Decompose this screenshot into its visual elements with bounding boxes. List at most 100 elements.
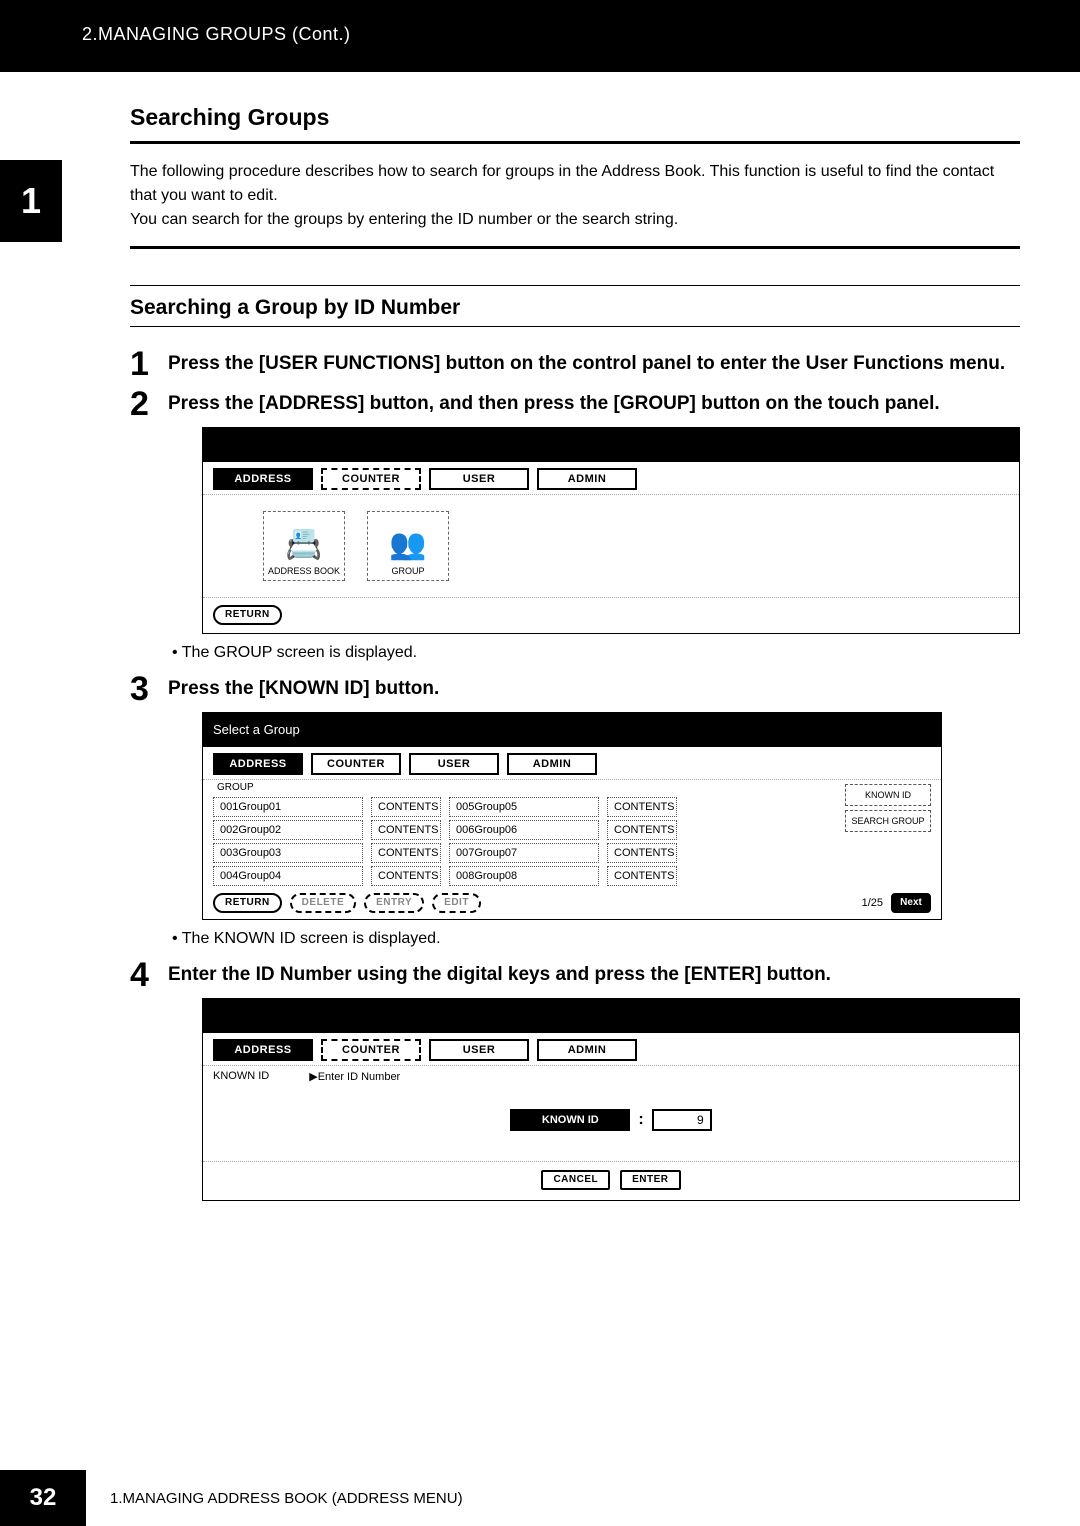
tab-address[interactable]: ADDRESS bbox=[213, 468, 313, 490]
delete-button[interactable]: DELETE bbox=[290, 893, 356, 913]
content-area: Searching Groups The following procedure… bbox=[0, 72, 1080, 1201]
note-after-step-2-text: The GROUP screen is displayed. bbox=[182, 644, 417, 661]
tab-counter[interactable]: COUNTER bbox=[321, 468, 421, 490]
subsection-rule-top bbox=[130, 285, 1020, 286]
step-4-text: Enter the ID Number using the digital ke… bbox=[168, 958, 831, 992]
address-book-button[interactable]: 📇 ADDRESS BOOK bbox=[263, 511, 345, 581]
step-1: 1 Press the [USER FUNCTIONS] button on t… bbox=[130, 347, 1020, 381]
return-button[interactable]: RETURN bbox=[213, 605, 282, 625]
group-icon: 👥 bbox=[389, 527, 426, 562]
step-2-number: 2 bbox=[130, 387, 154, 421]
section-rule-bottom bbox=[130, 246, 1020, 249]
note-after-step-3: • The KNOWN ID screen is displayed. bbox=[130, 930, 1020, 948]
contents-button-1l[interactable]: CONTENTS bbox=[371, 797, 441, 817]
colon-separator: : bbox=[638, 1111, 643, 1129]
panel-c-info-row: KNOWN ID ▶Enter ID Number bbox=[203, 1066, 1019, 1087]
tab-address-b[interactable]: ADDRESS bbox=[213, 753, 303, 775]
tab-counter-c[interactable]: COUNTER bbox=[321, 1039, 421, 1061]
note-after-step-3-text: The KNOWN ID screen is displayed. bbox=[182, 930, 441, 947]
group-row-4: 004Group04 CONTENTS 008Group08 CONTENTS bbox=[213, 866, 845, 886]
next-button[interactable]: Next bbox=[891, 893, 931, 913]
page-footer: 32 1.MANAGING ADDRESS BOOK (ADDRESS MENU… bbox=[0, 1470, 463, 1526]
note-after-step-2: • The GROUP screen is displayed. bbox=[130, 644, 1020, 662]
group-cell-007[interactable]: 007Group07 bbox=[449, 843, 599, 863]
tab-admin-c[interactable]: ADMIN bbox=[537, 1039, 637, 1061]
group-row-1: 001Group01 CONTENTS 005Group05 CONTENTS bbox=[213, 797, 845, 817]
cancel-button[interactable]: CANCEL bbox=[541, 1170, 610, 1190]
tab-user-c[interactable]: USER bbox=[429, 1039, 529, 1061]
contents-button-4l[interactable]: CONTENTS bbox=[371, 866, 441, 886]
tab-user[interactable]: USER bbox=[429, 468, 529, 490]
panel-a-titlebar bbox=[203, 428, 1019, 462]
intro-paragraph-2: You can search for the groups by enterin… bbox=[130, 208, 1020, 232]
step-1-number: 1 bbox=[130, 347, 154, 381]
edit-button[interactable]: EDIT bbox=[432, 893, 481, 913]
contents-button-1r[interactable]: CONTENTS bbox=[607, 797, 677, 817]
group-cell-002[interactable]: 002Group02 bbox=[213, 820, 363, 840]
panel-c-input-row: KNOWN ID : 9 bbox=[203, 1087, 1019, 1162]
panel-c-titlebar bbox=[203, 999, 1019, 1033]
footer-text: 1.MANAGING ADDRESS BOOK (ADDRESS MENU) bbox=[86, 1490, 463, 1507]
page-number: 32 bbox=[0, 1470, 86, 1526]
tab-counter-b[interactable]: COUNTER bbox=[311, 753, 401, 775]
address-book-icon: 📇 bbox=[285, 527, 322, 562]
address-book-label: ADDRESS BOOK bbox=[268, 566, 340, 576]
entry-button[interactable]: ENTRY bbox=[364, 893, 424, 913]
panel-a-icon-row: 📇 ADDRESS BOOK 👥 GROUP bbox=[203, 495, 1019, 598]
intro-paragraph-1: The following procedure describes how to… bbox=[130, 160, 1020, 208]
group-cell-008[interactable]: 008Group08 bbox=[449, 866, 599, 886]
known-id-label: KNOWN ID bbox=[510, 1109, 630, 1131]
panel-a-return-row: RETURN bbox=[203, 598, 1019, 633]
panel-b-body: GROUP 001Group01 CONTENTS 005Group05 CON… bbox=[203, 780, 941, 919]
panel-c-bottom-row: CANCEL ENTER bbox=[203, 1162, 1019, 1200]
group-button[interactable]: 👥 GROUP bbox=[367, 511, 449, 581]
group-row-3: 003Group03 CONTENTS 007Group07 CONTENTS bbox=[213, 843, 845, 863]
step-1-text: Press the [USER FUNCTIONS] button on the… bbox=[168, 347, 1005, 381]
step-4-number: 4 bbox=[130, 958, 154, 992]
group-cell-003[interactable]: 003Group03 bbox=[213, 843, 363, 863]
group-label: GROUP bbox=[391, 566, 424, 576]
group-cell-006[interactable]: 006Group06 bbox=[449, 820, 599, 840]
tab-admin-b[interactable]: ADMIN bbox=[507, 753, 597, 775]
page-counter: 1/25 bbox=[862, 897, 883, 909]
panel-b-side-buttons: KNOWN ID SEARCH GROUP bbox=[845, 780, 931, 889]
step-2-text: Press the [ADDRESS] button, and then pre… bbox=[168, 387, 940, 421]
return-button-b[interactable]: RETURN bbox=[213, 893, 282, 913]
group-column-label: GROUP bbox=[213, 780, 845, 797]
step-3-text: Press the [KNOWN ID] button. bbox=[168, 672, 439, 706]
contents-button-2r[interactable]: CONTENTS bbox=[607, 820, 677, 840]
step-4: 4 Enter the ID Number using the digital … bbox=[130, 958, 1020, 992]
step-3: 3 Press the [KNOWN ID] button. bbox=[130, 672, 1020, 706]
panel-a-tab-row: ADDRESS COUNTER USER ADMIN bbox=[203, 462, 1019, 495]
subsection-rule-bottom bbox=[130, 326, 1020, 327]
contents-button-4r[interactable]: CONTENTS bbox=[607, 866, 677, 886]
panel-c-tab-row: ADDRESS COUNTER USER ADMIN bbox=[203, 1033, 1019, 1066]
contents-button-3l[interactable]: CONTENTS bbox=[371, 843, 441, 863]
breadcrumb-text: 2.MANAGING GROUPS (Cont.) bbox=[82, 24, 351, 44]
section-rule-top bbox=[130, 141, 1020, 144]
enter-id-prompt: ▶Enter ID Number bbox=[309, 1070, 400, 1083]
panel-b-bottom-row: RETURN DELETE ENTRY EDIT 1/25 Next bbox=[213, 889, 931, 913]
group-cell-004[interactable]: 004Group04 bbox=[213, 866, 363, 886]
subsection-title: Searching a Group by ID Number bbox=[130, 296, 1020, 320]
tab-admin[interactable]: ADMIN bbox=[537, 468, 637, 490]
screenshot-panel-a: ADDRESS COUNTER USER ADMIN 📇 ADDRESS BOO… bbox=[202, 427, 1020, 634]
contents-button-3r[interactable]: CONTENTS bbox=[607, 843, 677, 863]
enter-button[interactable]: ENTER bbox=[620, 1170, 680, 1190]
screenshot-panel-c: ADDRESS COUNTER USER ADMIN KNOWN ID ▶Ent… bbox=[202, 998, 1020, 1201]
section-title: Searching Groups bbox=[130, 104, 1020, 131]
known-id-breadcrumb: KNOWN ID bbox=[213, 1070, 269, 1083]
tab-address-c[interactable]: ADDRESS bbox=[213, 1039, 313, 1061]
group-row-2: 002Group02 CONTENTS 006Group06 CONTENTS bbox=[213, 820, 845, 840]
known-id-button[interactable]: KNOWN ID bbox=[845, 784, 931, 806]
group-cell-005[interactable]: 005Group05 bbox=[449, 797, 599, 817]
panel-b-titlebar: Select a Group bbox=[203, 713, 941, 747]
tab-user-b[interactable]: USER bbox=[409, 753, 499, 775]
page-header: 2.MANAGING GROUPS (Cont.) bbox=[0, 0, 1080, 72]
group-cell-001[interactable]: 001Group01 bbox=[213, 797, 363, 817]
step-3-number: 3 bbox=[130, 672, 154, 706]
contents-button-2l[interactable]: CONTENTS bbox=[371, 820, 441, 840]
search-group-button[interactable]: SEARCH GROUP bbox=[845, 810, 931, 832]
panel-b-tab-row: ADDRESS COUNTER USER ADMIN bbox=[203, 747, 941, 780]
id-number-input[interactable]: 9 bbox=[652, 1109, 712, 1131]
